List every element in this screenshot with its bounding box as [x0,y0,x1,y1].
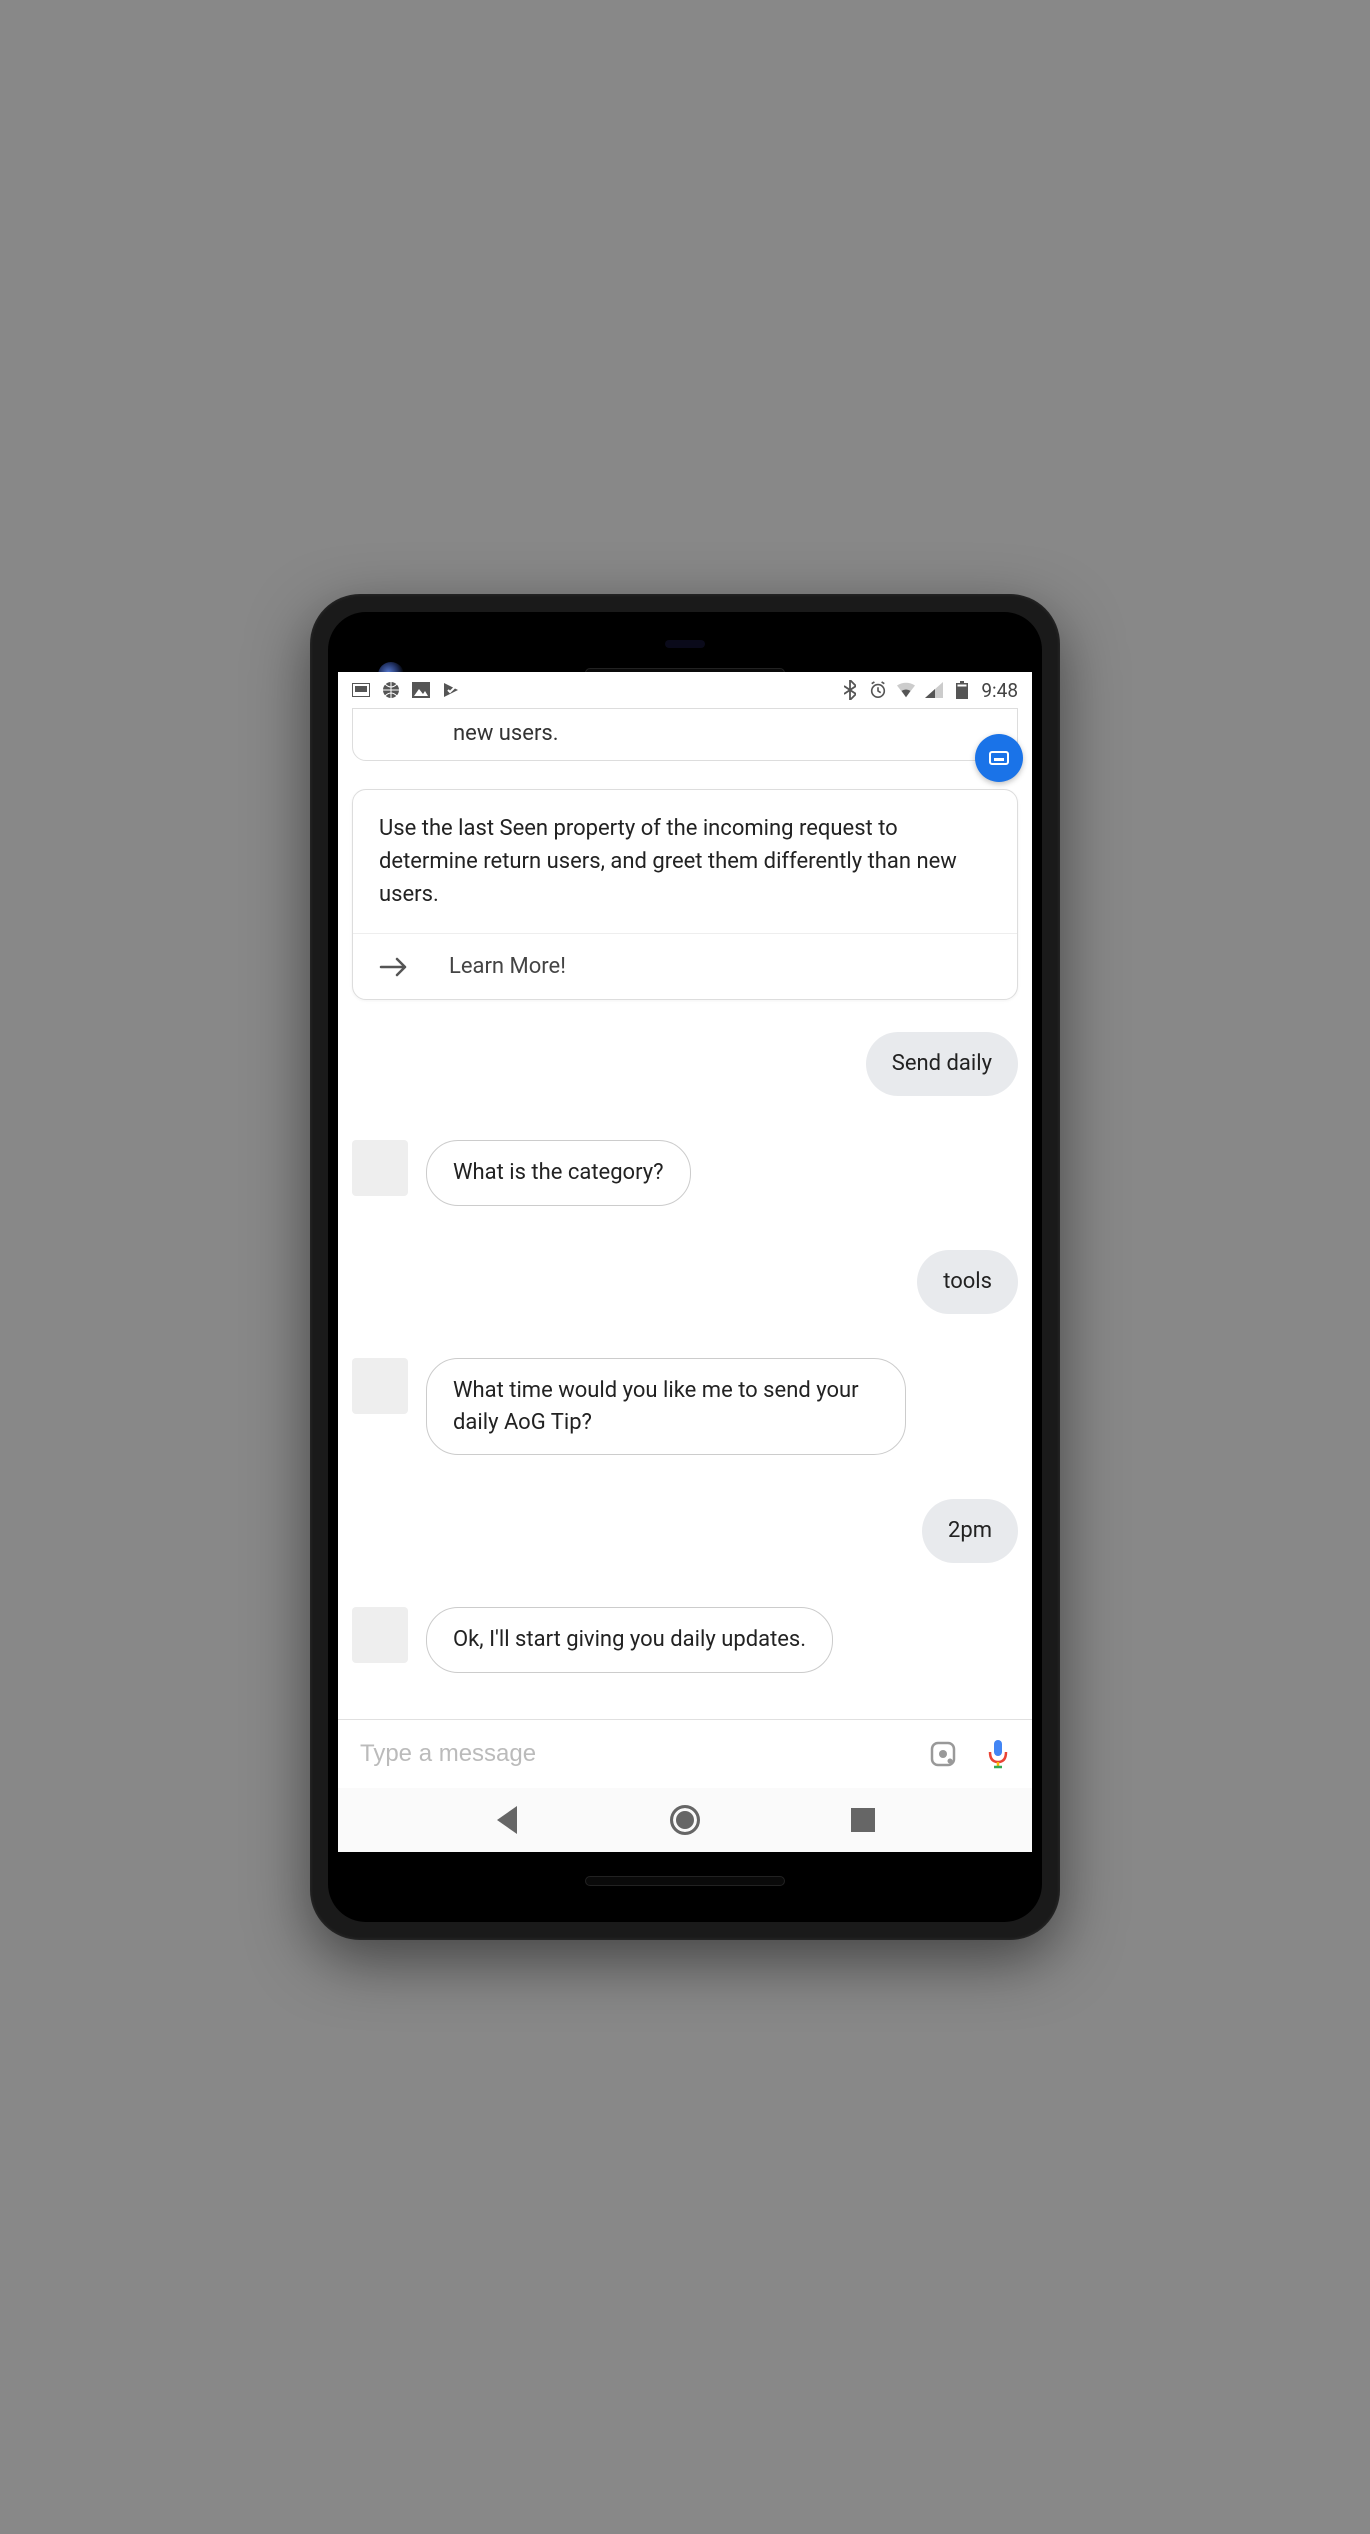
phone-frame: 9:48 new users. Use the last Seen proper… [310,594,1060,1940]
bluetooth-icon [841,681,859,699]
input-actions [928,1738,1010,1770]
arrow-right-icon [379,956,409,978]
home-circle-icon [670,1805,700,1835]
tip-card-body: Use the last Seen property of the incomi… [353,790,1017,933]
status-bar: 9:48 [338,672,1032,708]
assistant-message[interactable]: What time would you like me to send your… [426,1358,906,1456]
message-row: tools [352,1250,1018,1314]
assistant-message[interactable]: Ok, I'll start giving you daily updates. [426,1607,833,1673]
message-row: Send daily [352,1032,1018,1096]
phone-bezel: 9:48 new users. Use the last Seen proper… [328,612,1042,1922]
photo-icon [412,681,430,699]
learn-more-label: Learn More! [449,954,566,979]
cast-icon [352,681,370,699]
back-button[interactable] [491,1804,523,1836]
app-badge-icon [975,734,1023,782]
lens-icon[interactable] [928,1739,958,1769]
android-nav-bar [338,1788,1032,1852]
tip-card[interactable]: Use the last Seen property of the incomi… [352,789,1018,1000]
assistant-avatar [352,1140,408,1196]
user-message[interactable]: tools [917,1250,1018,1314]
battery-icon [953,681,971,699]
screen: 9:48 new users. Use the last Seen proper… [338,672,1032,1852]
cell-signal-icon [925,681,943,699]
play-check-icon [442,681,460,699]
learn-more-action[interactable]: Learn More! [353,933,1017,999]
user-message[interactable]: 2pm [922,1499,1018,1563]
tip-card-partial[interactable]: new users. [352,708,1018,761]
message-row: Ok, I'll start giving you daily updates. [352,1607,1018,1673]
status-right: 9:48 [841,679,1018,702]
chat-area[interactable]: new users. Use the last Seen property of… [338,708,1032,1719]
message-input[interactable] [360,1740,928,1768]
message-row: 2pm [352,1499,1018,1563]
message-row: What is the category? [352,1140,1018,1206]
recents-button[interactable] [847,1804,879,1836]
assistant-avatar [352,1607,408,1663]
tip-card-partial-text: new users. [453,721,559,746]
home-button[interactable] [669,1804,701,1836]
basketball-icon [382,681,400,699]
user-message[interactable]: Send daily [866,1032,1018,1096]
status-time: 9:48 [981,679,1018,702]
alarm-icon [869,681,887,699]
status-left [352,681,460,699]
assistant-avatar [352,1358,408,1414]
mic-icon[interactable] [986,1738,1010,1770]
message-row: What time would you like me to send your… [352,1358,1018,1456]
back-triangle-icon [497,1806,517,1834]
bottom-speaker [585,1876,785,1886]
message-input-bar [338,1719,1032,1788]
proximity-sensor [665,640,705,648]
wifi-icon [897,681,915,699]
recents-square-icon [851,1808,875,1832]
assistant-message[interactable]: What is the category? [426,1140,691,1206]
